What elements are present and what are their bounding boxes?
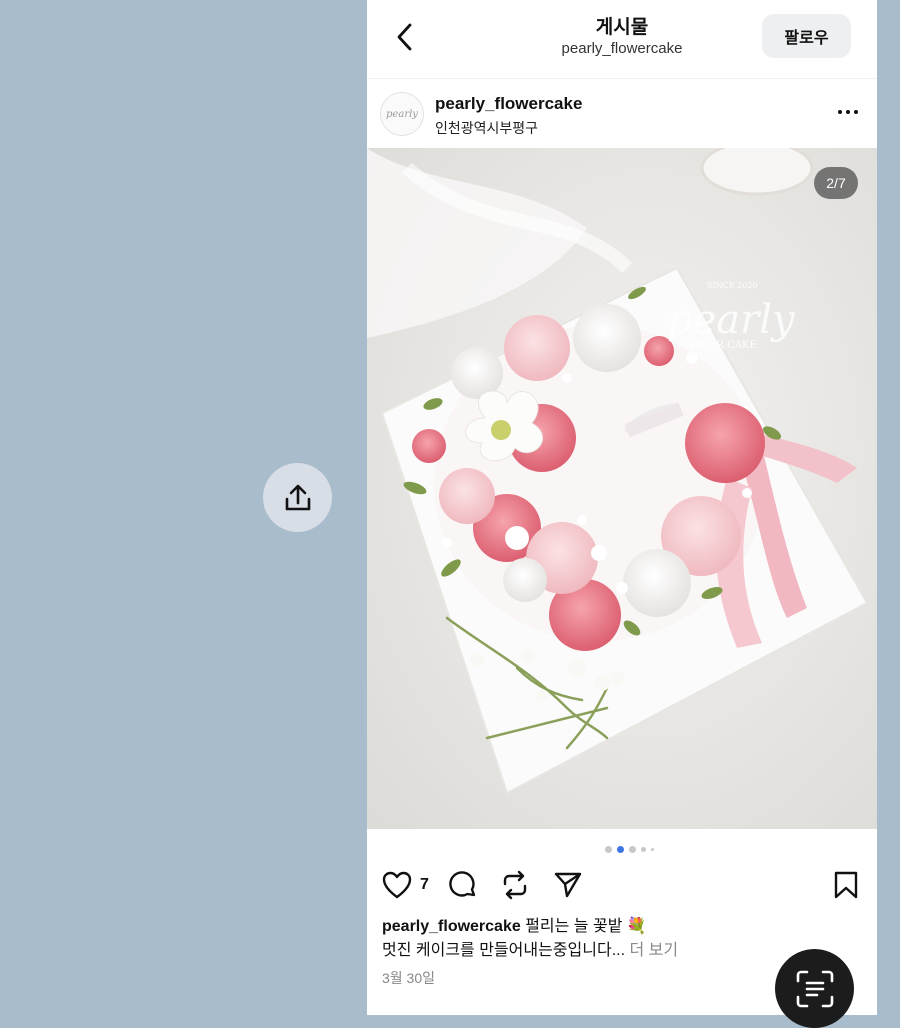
bookmark-icon xyxy=(834,871,858,899)
like-button[interactable] xyxy=(381,869,413,901)
follow-button[interactable]: 팔로우 xyxy=(762,14,851,58)
carousel-dot xyxy=(641,847,646,852)
top-bar: 게시물 pearly_flowercake 팔로우 xyxy=(367,0,877,79)
watermark-brand: pearly xyxy=(667,297,796,343)
repost-icon xyxy=(503,870,527,900)
comment-button[interactable] xyxy=(447,869,479,901)
post-screen: 게시물 pearly_flowercake 팔로우 pearly pearly_… xyxy=(367,0,877,1015)
post-date: 3월 30일 xyxy=(382,970,436,986)
post-location[interactable]: 인천광역시부평구 xyxy=(435,118,538,138)
post-header: pearly pearly_flowercake 인천광역시부평구 xyxy=(367,78,877,148)
post-image[interactable]: SINCE 2020 pearly FLOWER CAKE 2/7 xyxy=(367,148,877,829)
carousel-dot-active xyxy=(617,846,624,853)
heart-icon xyxy=(382,871,412,899)
send-button[interactable] xyxy=(552,869,584,901)
carousel-indicator xyxy=(605,846,654,853)
more-horizontal-icon xyxy=(838,110,842,114)
carousel-dot xyxy=(629,846,636,853)
send-icon xyxy=(554,872,582,898)
caption-username[interactable]: pearly_flowercake xyxy=(382,918,521,935)
more-link[interactable]: 더 보기 xyxy=(629,942,678,959)
like-count[interactable]: 7 xyxy=(420,876,429,894)
avatar[interactable]: pearly xyxy=(380,92,424,136)
action-bar: 7 xyxy=(367,862,877,908)
scan-text-icon xyxy=(796,970,833,1007)
repost-button[interactable] xyxy=(499,869,531,901)
caption-line-2: 멋진 케이크를 만들어내는중입니다... xyxy=(382,942,626,959)
carousel-dot xyxy=(651,848,654,851)
more-options-button[interactable] xyxy=(833,100,863,124)
watermark-since: SINCE 2020 xyxy=(707,281,758,290)
save-button[interactable] xyxy=(830,869,862,901)
comment-icon xyxy=(449,871,476,897)
flower-cake-image: SINCE 2020 pearly FLOWER CAKE xyxy=(367,148,877,829)
scan-text-button[interactable] xyxy=(775,949,854,1028)
caption-line-1: 펄리는 늘 꽃밭 💐 xyxy=(525,918,647,935)
post-username[interactable]: pearly_flowercake xyxy=(435,94,582,114)
carousel-dot xyxy=(605,846,612,853)
image-counter: 2/7 xyxy=(814,167,858,199)
share-icon xyxy=(285,484,310,510)
watermark-sub: FLOWER CAKE xyxy=(677,340,757,351)
share-button[interactable] xyxy=(263,463,332,532)
avatar-logo-text: pearly xyxy=(386,108,418,120)
